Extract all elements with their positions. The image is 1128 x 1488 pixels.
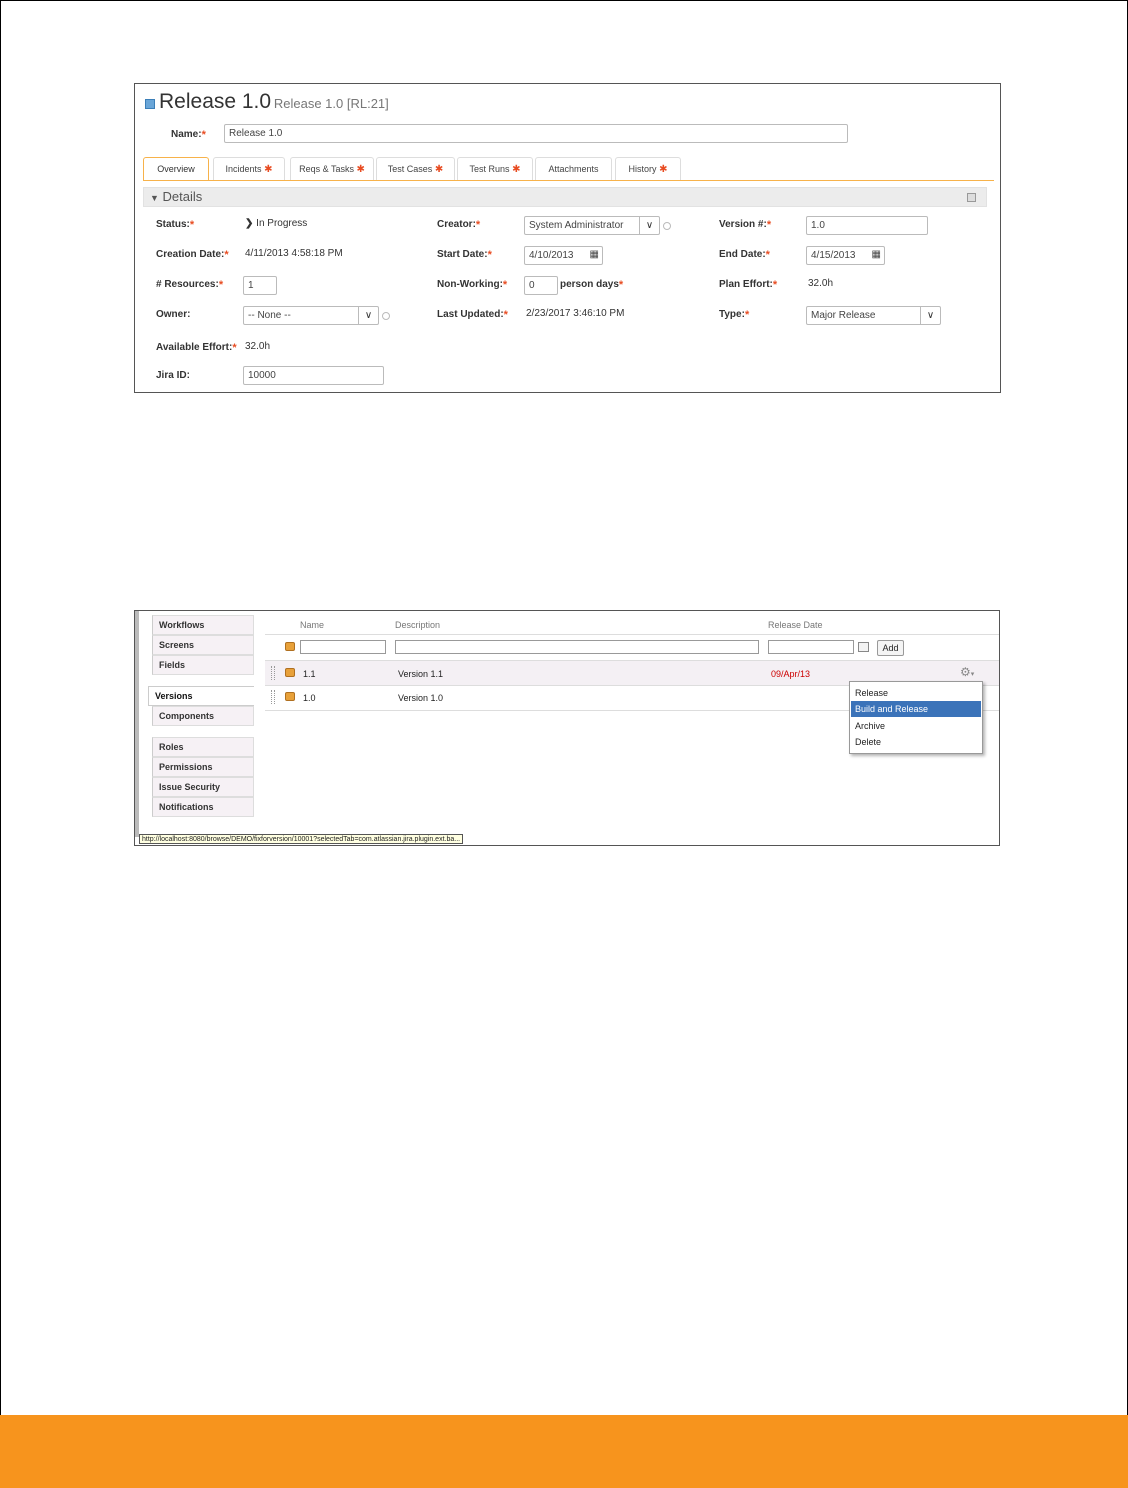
type-label: Type:* — [719, 309, 750, 321]
tab-reqs-tasks[interactable]: Reqs & Tasks ✱ — [290, 157, 374, 180]
plan-effort-value: 32.0h — [808, 278, 834, 289]
name-input[interactable]: Release 1.0 — [224, 124, 848, 143]
owner-label: Owner: — [156, 309, 191, 320]
chevron-down-icon: ▾ — [970, 671, 975, 678]
nav-item-permissions[interactable]: Permissions — [152, 757, 254, 777]
non-working-input[interactable]: 0 — [524, 276, 558, 295]
add-button[interactable]: Add — [877, 640, 904, 656]
available-effort-label: Available Effort:* — [156, 342, 237, 354]
version-actions-menu: Release Build and Release Archive Delete — [849, 681, 983, 754]
menu-item-archive[interactable]: Archive — [851, 718, 981, 734]
nav-item-screens[interactable]: Screens — [152, 635, 254, 655]
version-description: Version 1.0 — [398, 693, 444, 703]
calendar-icon[interactable]: ▦ — [872, 249, 881, 261]
jira-versions-screenshot: Workflows Screens Fields Versions Compon… — [134, 610, 1000, 846]
creator-radio[interactable] — [663, 222, 671, 230]
version-label: Version #:* — [719, 219, 772, 231]
nav-item-notifications[interactable]: Notifications — [152, 797, 254, 817]
version-input[interactable]: 1.0 — [806, 216, 928, 235]
tab-underline — [143, 180, 994, 181]
version-description: Version 1.1 — [398, 669, 444, 679]
chevron-down-icon: ∨ — [639, 217, 659, 234]
status-value[interactable]: ❯ In Progress — [245, 218, 307, 229]
calendar-icon[interactable]: ▦ — [590, 249, 599, 261]
footer-accent-bar — [0, 1415, 1128, 1488]
start-date-label: Start Date:* — [437, 249, 492, 261]
type-select[interactable]: Major Release ∨ — [806, 306, 941, 325]
tab-incidents[interactable]: Incidents ✱ — [213, 157, 285, 180]
name-label: Name:* — [171, 129, 206, 141]
drag-handle-icon[interactable] — [271, 690, 275, 704]
chevron-right-icon: ❯ — [245, 218, 254, 229]
menu-item-delete[interactable]: Delete — [851, 734, 981, 750]
status-label: Status:* — [156, 219, 195, 231]
release-title: Release 1.0 — [159, 90, 272, 113]
tab-history[interactable]: History ✱ — [615, 157, 681, 180]
page-title: Release 1.0 Release 1.0 [RL:21] — [159, 90, 389, 114]
non-working-label: Non-Working:* — [437, 279, 508, 291]
end-date-label: End Date:* — [719, 249, 770, 261]
creation-date-label: Creation Date:* — [156, 249, 229, 261]
person-days-label: person days* — [560, 279, 624, 291]
version-name[interactable]: 1.0 — [303, 693, 316, 703]
tab-overview[interactable]: Overview — [143, 157, 209, 181]
tab-test-cases[interactable]: Test Cases ✱ — [376, 157, 455, 180]
drag-handle-icon[interactable] — [271, 666, 275, 680]
package-icon — [285, 692, 295, 701]
chevron-down-icon: ∨ — [920, 307, 940, 324]
menu-item-build-and-release[interactable]: Build and Release — [851, 701, 981, 717]
version-name[interactable]: 1.1 — [303, 669, 316, 679]
nav-item-components[interactable]: Components — [152, 706, 254, 726]
tab-attachments[interactable]: Attachments — [535, 157, 612, 180]
nav-item-versions[interactable]: Versions — [148, 686, 254, 706]
available-effort-value: 32.0h — [245, 341, 271, 352]
release-icon — [145, 99, 155, 109]
save-icon[interactable] — [967, 193, 976, 202]
resources-input[interactable]: 1 — [243, 276, 277, 295]
status-bar-url: http://localhost:8080/browse/DEMO/fixfor… — [139, 834, 464, 844]
calendar-icon[interactable] — [858, 642, 869, 652]
details-header[interactable]: ▼ Details — [143, 187, 987, 207]
package-icon — [285, 668, 295, 677]
caret-down-icon: ▼ — [150, 193, 159, 203]
details-label: Details — [162, 189, 203, 204]
sidebar-edge — [135, 611, 139, 837]
column-header-description: Description — [395, 620, 441, 630]
new-version-description-input[interactable] — [395, 640, 759, 654]
package-icon — [285, 642, 295, 651]
end-date-input[interactable]: 4/15/2013 ▦ — [806, 246, 885, 265]
resources-label: # Resources:* — [156, 279, 224, 291]
nav-item-roles[interactable]: Roles — [152, 737, 254, 757]
last-updated-value: 2/23/2017 3:46:10 PM — [526, 308, 625, 319]
version-release-date: 09/Apr/13 — [771, 669, 811, 679]
last-updated-label: Last Updated:* — [437, 309, 508, 321]
menu-item-release[interactable]: Release — [851, 685, 981, 701]
nav-item-fields[interactable]: Fields — [152, 655, 254, 675]
owner-select[interactable]: -- None -- ∨ — [243, 306, 379, 325]
creator-select[interactable]: System Administrator ∨ — [524, 216, 660, 235]
nav-item-issue-security[interactable]: Issue Security — [152, 777, 254, 797]
release-form-screenshot: Release 1.0 Release 1.0 [RL:21] Name:* R… — [134, 83, 1001, 393]
jira-id-input[interactable]: 10000 — [243, 366, 384, 385]
jira-id-label: Jira ID: — [156, 370, 190, 381]
owner-radio[interactable] — [382, 312, 390, 320]
column-header-name: Name — [300, 620, 325, 630]
plan-effort-label: Plan Effort:* — [719, 279, 778, 291]
start-date-input[interactable]: 4/10/2013 ▦ — [524, 246, 603, 265]
creation-date-value: 4/11/2013 4:58:18 PM — [245, 248, 343, 259]
gear-icon[interactable]: ⚙▾ — [960, 665, 974, 679]
new-version-name-input[interactable] — [300, 640, 386, 654]
chevron-down-icon: ∨ — [358, 307, 378, 324]
header-divider — [265, 634, 999, 635]
column-header-release-date: Release Date — [768, 620, 823, 630]
creator-label: Creator:* — [437, 219, 481, 231]
nav-item-workflows[interactable]: Workflows — [152, 615, 254, 635]
new-version-date-input[interactable] — [768, 640, 854, 654]
tab-test-runs[interactable]: Test Runs ✱ — [457, 157, 533, 180]
release-subtitle: Release 1.0 [RL:21] — [273, 96, 389, 111]
